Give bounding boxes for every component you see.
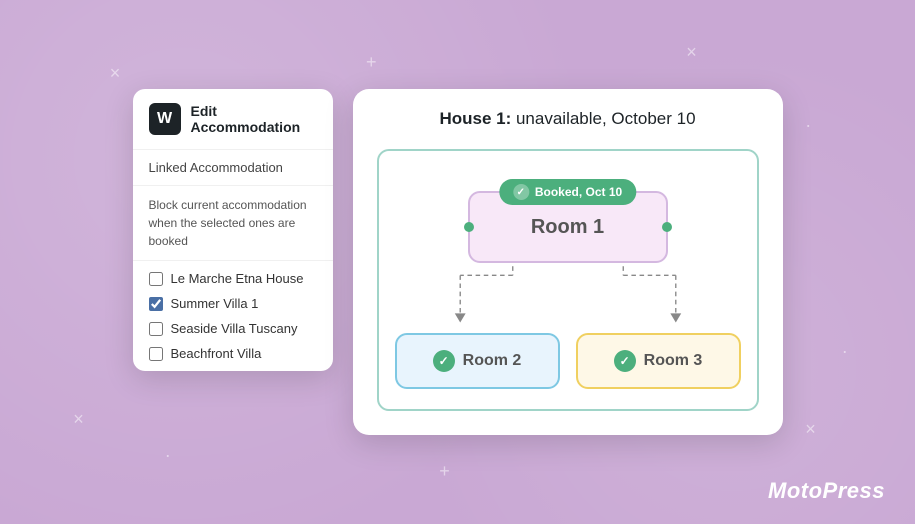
dot-room1-right [662,222,672,232]
left-panel: W Edit Accommodation Linked Accommodatio… [133,89,333,371]
diagram-area: ✓ Booked, Oct 10 Room 1 [377,149,759,411]
main-container: W Edit Accommodation Linked Accommodatio… [133,89,783,435]
arrows-svg [395,263,741,333]
booked-badge-text: Booked, Oct 10 [535,185,622,199]
diagram-title-normal: unavailable, October 10 [511,109,695,128]
checkbox-item-2[interactable]: Summer Villa 1 [149,296,317,311]
deco-symbol: + [439,461,450,482]
diagram-title: House 1: unavailable, October 10 [377,109,759,129]
checkbox-label-3: Seaside Villa Tuscany [171,321,298,336]
checkbox-list: Le Marche Etna House Summer Villa 1 Seas… [133,261,333,371]
dot-room1-left [464,222,474,232]
deco-symbol: · [805,115,811,136]
block-description: Block current accommodation when the sel… [133,186,333,261]
checkbox-beachfront[interactable] [149,347,163,361]
checkbox-seaside-villa[interactable] [149,322,163,336]
deco-symbol: + [366,52,377,73]
checkbox-label-1: Le Marche Etna House [171,271,304,286]
checkbox-le-marche[interactable] [149,272,163,286]
deco-symbol: × [73,409,84,430]
panel-header: W Edit Accommodation [133,89,333,150]
checkbox-label-2: Summer Villa 1 [171,296,259,311]
checkbox-summer-villa[interactable] [149,297,163,311]
room3-label: Room 3 [644,352,703,370]
checkbox-item-3[interactable]: Seaside Villa Tuscany [149,321,317,336]
deco-symbol: × [686,42,697,63]
room1-box: ✓ Booked, Oct 10 Room 1 [468,191,668,263]
diagram-title-bold: House 1: [439,109,511,128]
booked-check-icon: ✓ [513,184,529,200]
booked-badge: ✓ Booked, Oct 10 [499,179,636,205]
deco-symbol: × [805,419,816,440]
room1-container: ✓ Booked, Oct 10 Room 1 [395,171,741,263]
checkbox-label-4: Beachfront Villa [171,346,262,361]
linked-accommodation-label: Linked Accommodation [133,150,333,186]
deco-symbol: × [110,63,121,84]
wp-logo: W [149,103,181,135]
edit-accommodation-title: Edit Accommodation [191,103,317,135]
room2-label: Room 2 [463,352,522,370]
room2-check-icon: ✓ [433,350,455,372]
motopress-brand: MotoPress [768,478,885,504]
room1-label: Room 1 [531,216,604,239]
deco-symbol: · [165,445,171,466]
room3-box: ✓ Room 3 [576,333,741,389]
room2-box: ✓ Room 2 [395,333,560,389]
checkbox-item-4[interactable]: Beachfront Villa [149,346,317,361]
room3-check-icon: ✓ [614,350,636,372]
checkbox-item-1[interactable]: Le Marche Etna House [149,271,317,286]
sub-rooms-row: ✓ Room 2 ✓ Room 3 [395,333,741,389]
deco-symbol: · [842,341,848,362]
right-panel: House 1: unavailable, October 10 ✓ Booke… [353,89,783,435]
